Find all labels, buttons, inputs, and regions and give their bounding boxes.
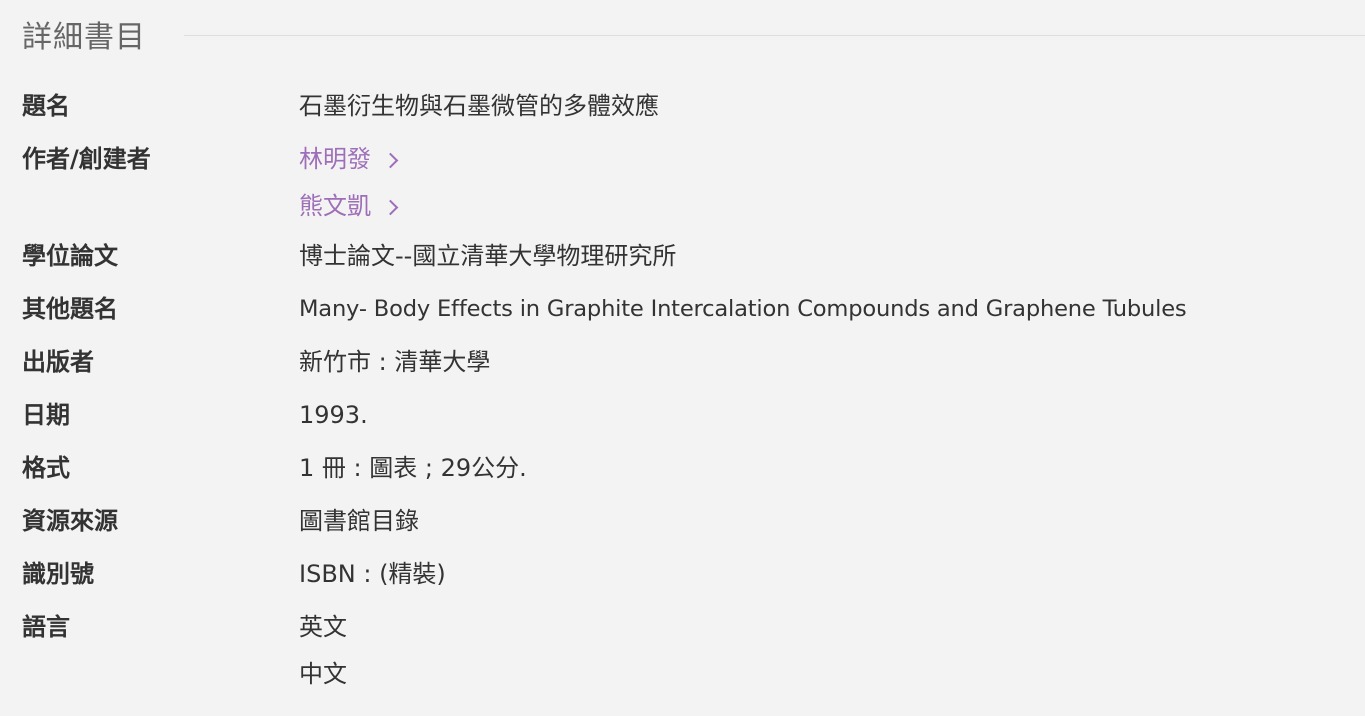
- section-header: 詳細書目: [22, 12, 1365, 56]
- field-label-other-title: 其他題名: [22, 295, 118, 323]
- field-value-thesis: 博士論文--國立清華大學物理研究所: [299, 242, 677, 270]
- field-label-thesis: 學位論文: [22, 242, 118, 270]
- field-label-source: 資源來源: [22, 507, 118, 535]
- metadata-list: 題名 石墨衍生物與石墨微管的多體效應 作者/創建者 林明發 熊文凱 學位論文 博…: [22, 80, 1365, 698]
- field-row-other-title: 其他題名 Many- Body Effects in Graphite Inte…: [22, 283, 1365, 336]
- author-name: 熊文凱: [299, 192, 371, 220]
- field-label-authors: 作者/創建者: [22, 145, 151, 173]
- field-row-identifier: 識別號 ISBN : (精裝): [22, 548, 1365, 601]
- author-item: 熊文凱: [299, 183, 1365, 230]
- field-row-authors: 作者/創建者 林明發 熊文凱: [22, 133, 1365, 230]
- chevron-right-icon: [382, 152, 399, 169]
- field-label-language: 語言: [22, 613, 70, 641]
- field-row-title: 題名 石墨衍生物與石墨微管的多體效應: [22, 80, 1365, 133]
- field-value-identifier: ISBN : (精裝): [299, 560, 446, 588]
- field-row-format: 格式 1 冊 : 圖表 ; 29公分.: [22, 442, 1365, 495]
- field-value-source: 圖書館目錄: [299, 507, 419, 535]
- section-title: 詳細書目: [22, 20, 146, 55]
- language-item: 中文: [299, 660, 347, 688]
- field-label-identifier: 識別號: [22, 560, 94, 588]
- field-label-date: 日期: [22, 401, 70, 429]
- author-item: 林明發: [299, 136, 1365, 183]
- chevron-right-icon: [382, 199, 399, 216]
- field-value-publisher: 新竹市 : 清華大學: [299, 348, 491, 376]
- field-row-date: 日期 1993.: [22, 389, 1365, 442]
- author-name: 林明發: [299, 145, 371, 173]
- author-link[interactable]: 熊文凱: [299, 183, 399, 230]
- field-value-date: 1993.: [299, 401, 368, 429]
- field-row-publisher: 出版者 新竹市 : 清華大學: [22, 336, 1365, 389]
- field-label-title: 題名: [22, 92, 70, 120]
- section-divider: [184, 34, 1365, 36]
- field-value-other-title: Many- Body Effects in Graphite Intercala…: [299, 296, 1187, 322]
- field-row-thesis: 學位論文 博士論文--國立清華大學物理研究所: [22, 230, 1365, 283]
- field-label-publisher: 出版者: [22, 348, 94, 376]
- field-value-title: 石墨衍生物與石墨微管的多體效應: [299, 92, 659, 120]
- detailed-bibliography-panel: 詳細書目 題名 石墨衍生物與石墨微管的多體效應 作者/創建者 林明發 熊文凱 學…: [0, 0, 1365, 716]
- field-row-source: 資源來源 圖書館目錄: [22, 495, 1365, 548]
- author-link[interactable]: 林明發: [299, 136, 399, 183]
- language-item: 英文: [299, 613, 347, 641]
- field-value-format: 1 冊 : 圖表 ; 29公分.: [299, 454, 527, 482]
- field-label-format: 格式: [22, 454, 70, 482]
- field-row-language: 語言 英文 中文: [22, 601, 1365, 698]
